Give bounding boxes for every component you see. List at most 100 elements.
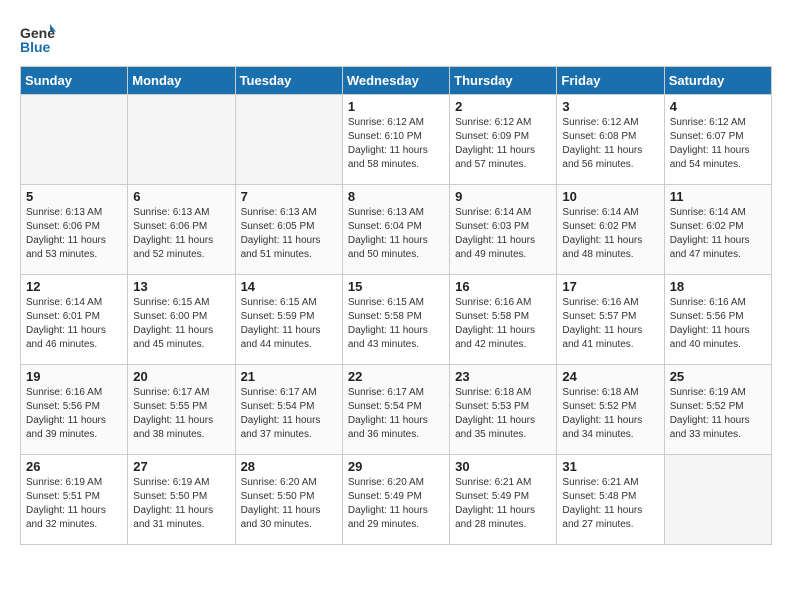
calendar-header-row: SundayMondayTuesdayWednesdayThursdayFrid… bbox=[21, 67, 772, 95]
day-info: Sunrise: 6:19 AMSunset: 5:51 PMDaylight:… bbox=[26, 476, 122, 532]
day-number: 16 bbox=[455, 279, 551, 294]
calendar-cell bbox=[664, 455, 771, 545]
day-info: Sunrise: 6:12 AMSunset: 6:10 PMDaylight:… bbox=[348, 116, 444, 172]
day-number: 21 bbox=[241, 369, 337, 384]
day-number: 26 bbox=[26, 459, 122, 474]
calendar-cell: 2 Sunrise: 6:12 AMSunset: 6:09 PMDaylight… bbox=[450, 95, 557, 185]
day-info: Sunrise: 6:17 AMSunset: 5:54 PMDaylight:… bbox=[241, 386, 337, 442]
calendar-week-3: 19Sunrise: 6:16 AMSunset: 5:56 PMDayligh… bbox=[21, 365, 772, 455]
calendar-cell: 15Sunrise: 6:15 AMSunset: 5:58 PMDayligh… bbox=[342, 275, 449, 365]
day-info: Sunrise: 6:16 AMSunset: 5:57 PMDaylight:… bbox=[562, 296, 658, 352]
day-info: Sunrise: 6:14 AMSunset: 6:01 PMDaylight:… bbox=[26, 296, 122, 352]
calendar-cell bbox=[21, 95, 128, 185]
day-info: Sunrise: 6:20 AMSunset: 5:49 PMDaylight:… bbox=[348, 476, 444, 532]
calendar-cell bbox=[128, 95, 235, 185]
day-number: 2 bbox=[455, 99, 551, 114]
calendar-cell: 8 Sunrise: 6:13 AMSunset: 6:04 PMDaylight… bbox=[342, 185, 449, 275]
day-info: Sunrise: 6:19 AMSunset: 5:50 PMDaylight:… bbox=[133, 476, 229, 532]
day-info: Sunrise: 6:17 AMSunset: 5:54 PMDaylight:… bbox=[348, 386, 444, 442]
calendar-cell: 23Sunrise: 6:18 AMSunset: 5:53 PMDayligh… bbox=[450, 365, 557, 455]
calendar-header-wednesday: Wednesday bbox=[342, 67, 449, 95]
day-number: 3 bbox=[562, 99, 658, 114]
calendar-week-1: 5 Sunrise: 6:13 AMSunset: 6:06 PMDaylight… bbox=[21, 185, 772, 275]
day-info: Sunrise: 6:15 AMSunset: 6:00 PMDaylight:… bbox=[133, 296, 229, 352]
calendar-cell: 4Sunrise: 6:12 AMSunset: 6:07 PMDaylight… bbox=[664, 95, 771, 185]
calendar-header-thursday: Thursday bbox=[450, 67, 557, 95]
day-info: Sunrise: 6:13 AMSunset: 6:04 PMDaylight:… bbox=[348, 206, 444, 262]
calendar-cell: 1 Sunrise: 6:12 AMSunset: 6:10 PMDaylight… bbox=[342, 95, 449, 185]
day-info: Sunrise: 6:12 AMSunset: 6:08 PMDaylight:… bbox=[562, 116, 658, 172]
day-info: Sunrise: 6:12 AMSunset: 6:09 PMDaylight:… bbox=[455, 116, 551, 172]
day-number: 28 bbox=[241, 459, 337, 474]
day-number: 24 bbox=[562, 369, 658, 384]
calendar-header-monday: Monday bbox=[128, 67, 235, 95]
calendar-cell: 13 Sunrise: 6:15 AMSunset: 6:00 PMDayligh… bbox=[128, 275, 235, 365]
day-number: 1 bbox=[348, 99, 444, 114]
calendar-cell: 31Sunrise: 6:21 AMSunset: 5:48 PMDayligh… bbox=[557, 455, 664, 545]
day-number: 27 bbox=[133, 459, 229, 474]
day-number: 20 bbox=[133, 369, 229, 384]
day-number: 7 bbox=[241, 189, 337, 204]
calendar-cell: 5 Sunrise: 6:13 AMSunset: 6:06 PMDaylight… bbox=[21, 185, 128, 275]
calendar-cell: 10Sunrise: 6:14 AMSunset: 6:02 PMDayligh… bbox=[557, 185, 664, 275]
calendar-cell: 26 Sunrise: 6:19 AMSunset: 5:51 PMDayligh… bbox=[21, 455, 128, 545]
calendar-cell: 22Sunrise: 6:17 AMSunset: 5:54 PMDayligh… bbox=[342, 365, 449, 455]
calendar-week-2: 12 Sunrise: 6:14 AMSunset: 6:01 PMDayligh… bbox=[21, 275, 772, 365]
day-info: Sunrise: 6:15 AMSunset: 5:59 PMDaylight:… bbox=[241, 296, 337, 352]
calendar-cell: 14 Sunrise: 6:15 AMSunset: 5:59 PMDayligh… bbox=[235, 275, 342, 365]
day-info: Sunrise: 6:18 AMSunset: 5:53 PMDaylight:… bbox=[455, 386, 551, 442]
calendar-cell: 24 Sunrise: 6:18 AMSunset: 5:52 PMDayligh… bbox=[557, 365, 664, 455]
day-number: 19 bbox=[26, 369, 122, 384]
day-info: Sunrise: 6:17 AMSunset: 5:55 PMDaylight:… bbox=[133, 386, 229, 442]
day-number: 18 bbox=[670, 279, 766, 294]
calendar-body: 1 Sunrise: 6:12 AMSunset: 6:10 PMDaylight… bbox=[21, 95, 772, 545]
calendar-header-sunday: Sunday bbox=[21, 67, 128, 95]
calendar-cell: 6 Sunrise: 6:13 AMSunset: 6:06 PMDaylight… bbox=[128, 185, 235, 275]
day-number: 13 bbox=[133, 279, 229, 294]
day-info: Sunrise: 6:18 AMSunset: 5:52 PMDaylight:… bbox=[562, 386, 658, 442]
calendar-cell: 11 Sunrise: 6:14 AMSunset: 6:02 PMDayligh… bbox=[664, 185, 771, 275]
day-number: 31 bbox=[562, 459, 658, 474]
calendar-header-tuesday: Tuesday bbox=[235, 67, 342, 95]
day-number: 25 bbox=[670, 369, 766, 384]
day-info: Sunrise: 6:12 AMSunset: 6:07 PMDaylight:… bbox=[670, 116, 766, 172]
day-number: 15 bbox=[348, 279, 444, 294]
day-info: Sunrise: 6:13 AMSunset: 6:05 PMDaylight:… bbox=[241, 206, 337, 262]
day-number: 12 bbox=[26, 279, 122, 294]
day-number: 5 bbox=[26, 189, 122, 204]
calendar-cell: 25Sunrise: 6:19 AMSunset: 5:52 PMDayligh… bbox=[664, 365, 771, 455]
calendar-header-saturday: Saturday bbox=[664, 67, 771, 95]
day-number: 29 bbox=[348, 459, 444, 474]
logo-icon: General Blue bbox=[20, 20, 56, 56]
day-info: Sunrise: 6:14 AMSunset: 6:03 PMDaylight:… bbox=[455, 206, 551, 262]
day-info: Sunrise: 6:16 AMSunset: 5:56 PMDaylight:… bbox=[670, 296, 766, 352]
calendar-cell: 9 Sunrise: 6:14 AMSunset: 6:03 PMDaylight… bbox=[450, 185, 557, 275]
logo: General Blue bbox=[20, 20, 60, 56]
day-info: Sunrise: 6:21 AMSunset: 5:49 PMDaylight:… bbox=[455, 476, 551, 532]
day-info: Sunrise: 6:13 AMSunset: 6:06 PMDaylight:… bbox=[133, 206, 229, 262]
calendar-cell: 17 Sunrise: 6:16 AMSunset: 5:57 PMDayligh… bbox=[557, 275, 664, 365]
day-info: Sunrise: 6:14 AMSunset: 6:02 PMDaylight:… bbox=[670, 206, 766, 262]
day-number: 8 bbox=[348, 189, 444, 204]
day-number: 17 bbox=[562, 279, 658, 294]
calendar-cell: 29 Sunrise: 6:20 AMSunset: 5:49 PMDayligh… bbox=[342, 455, 449, 545]
day-number: 6 bbox=[133, 189, 229, 204]
calendar-cell: 18 Sunrise: 6:16 AMSunset: 5:56 PMDayligh… bbox=[664, 275, 771, 365]
calendar-table: SundayMondayTuesdayWednesdayThursdayFrid… bbox=[20, 66, 772, 545]
calendar-cell: 12 Sunrise: 6:14 AMSunset: 6:01 PMDayligh… bbox=[21, 275, 128, 365]
calendar-cell: 28Sunrise: 6:20 AMSunset: 5:50 PMDayligh… bbox=[235, 455, 342, 545]
calendar-cell bbox=[235, 95, 342, 185]
calendar-week-0: 1 Sunrise: 6:12 AMSunset: 6:10 PMDaylight… bbox=[21, 95, 772, 185]
page-header: General Blue bbox=[20, 20, 772, 56]
calendar-cell: 20 Sunrise: 6:17 AMSunset: 5:55 PMDayligh… bbox=[128, 365, 235, 455]
day-info: Sunrise: 6:14 AMSunset: 6:02 PMDaylight:… bbox=[562, 206, 658, 262]
day-info: Sunrise: 6:13 AMSunset: 6:06 PMDaylight:… bbox=[26, 206, 122, 262]
calendar-cell: 21 Sunrise: 6:17 AMSunset: 5:54 PMDayligh… bbox=[235, 365, 342, 455]
day-number: 9 bbox=[455, 189, 551, 204]
calendar-cell: 19Sunrise: 6:16 AMSunset: 5:56 PMDayligh… bbox=[21, 365, 128, 455]
day-number: 14 bbox=[241, 279, 337, 294]
svg-text:Blue: Blue bbox=[20, 39, 51, 55]
calendar-cell: 3 Sunrise: 6:12 AMSunset: 6:08 PMDaylight… bbox=[557, 95, 664, 185]
calendar-week-4: 26 Sunrise: 6:19 AMSunset: 5:51 PMDayligh… bbox=[21, 455, 772, 545]
day-number: 11 bbox=[670, 189, 766, 204]
